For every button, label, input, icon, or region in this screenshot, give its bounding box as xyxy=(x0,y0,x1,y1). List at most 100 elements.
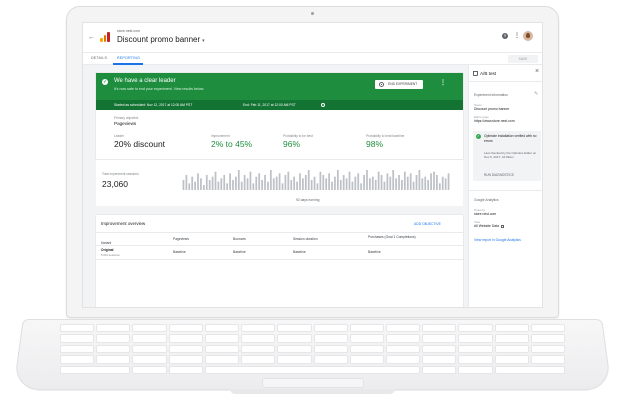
best-probability-value: 96% xyxy=(283,139,301,149)
sparkline-bar xyxy=(214,171,217,190)
panel-title: A/B test xyxy=(480,71,497,76)
cell-session-duration: Baseline xyxy=(293,250,306,254)
experiment-name: Discount promo banner xyxy=(117,35,201,44)
sparkline-bar xyxy=(182,180,185,190)
keyboard-key xyxy=(530,324,565,333)
sparkline-bar xyxy=(360,183,363,190)
sparkline-bar xyxy=(223,175,226,190)
breadcrumb[interactable]: store.nest.com xyxy=(117,29,140,33)
sparkline-bar xyxy=(351,181,354,190)
sparkline-bar xyxy=(430,173,432,190)
variant-sessions: 5,610 sessions xyxy=(101,253,120,257)
page-title[interactable]: Discount promo banner ▾ xyxy=(117,35,205,44)
keyboard-key xyxy=(494,344,529,354)
sparkline-bar xyxy=(354,176,357,190)
sparkline-bar xyxy=(188,183,191,190)
keyboard-key xyxy=(458,324,493,333)
tab-reporting[interactable]: REPORTING xyxy=(117,56,140,60)
sparkline-bar xyxy=(296,181,298,190)
sparkline-bar xyxy=(406,176,409,190)
sessions-label: Total experiment sessions xyxy=(102,172,139,176)
avatar[interactable] xyxy=(523,31,533,41)
sparkline-bar xyxy=(232,180,234,190)
beat-baseline-value: 98% xyxy=(366,139,384,149)
sparkline-bar xyxy=(319,171,322,190)
sparkline-bar xyxy=(278,173,281,190)
keyboard-key xyxy=(494,324,529,333)
sparkline-bar xyxy=(217,181,220,190)
sparkline-bar xyxy=(194,181,196,190)
days-running: 92 days running xyxy=(296,198,320,202)
tab-details[interactable]: DETAILS xyxy=(91,56,107,60)
save-button[interactable]: SAVE xyxy=(508,55,538,63)
sparkline-bar xyxy=(191,176,194,190)
sparkline-bar xyxy=(418,170,421,190)
sparkline-bar xyxy=(371,176,374,190)
keyboard-key xyxy=(530,355,565,364)
verification-detail: Last checked by the Optimize Editor on N… xyxy=(484,151,537,160)
keyboard-key xyxy=(204,365,421,374)
keyboard-key xyxy=(60,355,95,364)
close-icon[interactable]: × xyxy=(535,68,539,75)
overview-header-row: Variant ↓ Pageviews Bounces Session dura… xyxy=(96,232,463,246)
leader-label: Leader xyxy=(114,134,124,138)
keyboard-key xyxy=(422,365,457,374)
clock-icon[interactable] xyxy=(321,103,325,107)
keyboard-key xyxy=(494,355,529,364)
sessions-value: 23,060 xyxy=(102,179,128,189)
sparkline-bar xyxy=(235,176,237,190)
trackpad xyxy=(262,378,364,388)
ga-report-link[interactable]: View report in Google Analytics xyxy=(474,238,521,242)
keyboard-key xyxy=(458,344,493,354)
table-row[interactable]: Original 5,610 sessions Baseline Baselin… xyxy=(96,246,463,260)
sparkline-bar xyxy=(205,175,208,190)
keyboard xyxy=(60,324,565,374)
keyboard-key xyxy=(132,324,167,333)
cell-pageviews: Baseline xyxy=(173,250,186,254)
sparkline-bar xyxy=(336,170,339,190)
schedule-bar: Started as scheduled: Nov 12, 2017 at 12… xyxy=(96,100,463,110)
sparkline-bar xyxy=(197,173,199,190)
objective-value[interactable]: Pageviews xyxy=(114,121,136,126)
run-diagnostics-button[interactable]: RUN DIAGNOSTICS xyxy=(484,173,514,177)
col-bounces: Bounces xyxy=(233,237,246,241)
divider xyxy=(469,81,542,82)
more-vert-icon[interactable]: ⋮ xyxy=(440,79,446,86)
end-experiment-button[interactable]: END EXPERIMENT xyxy=(375,80,423,89)
edit-icon[interactable]: ✎ xyxy=(534,91,538,97)
keyboard-key xyxy=(313,355,348,364)
keyboard-key xyxy=(277,344,312,354)
banner-title: We have a clear leader xyxy=(114,78,176,84)
keyboard-key xyxy=(168,324,203,333)
add-objective-button[interactable]: ADD OBJECTIVE xyxy=(414,222,441,226)
keyboard-key xyxy=(422,334,457,343)
sparkline-bar xyxy=(211,176,214,190)
help-icon[interactable]: ? xyxy=(502,33,508,39)
sparkline-bar xyxy=(220,178,223,190)
objective-label: Primary objective xyxy=(114,116,139,120)
sparkline-bar xyxy=(357,173,360,190)
keyboard-key xyxy=(385,334,421,343)
keyboard-key xyxy=(168,344,203,354)
verification-title: Optimize installation verified with no e… xyxy=(484,134,537,143)
sparkline-bar xyxy=(304,175,307,190)
keyboard-key xyxy=(241,334,276,343)
banner-subtitle: It's now safe to end your experiment. Vi… xyxy=(114,87,205,91)
overview-card: Improvement overview ADD OBJECTIVE Varia… xyxy=(96,215,463,307)
keyboard-key xyxy=(349,324,384,333)
sort-arrow-icon: ↓ xyxy=(101,241,103,245)
arrow-left-icon[interactable]: ← xyxy=(88,34,95,41)
app-header: ← store.nest.com Discount promo banner ▾ … xyxy=(83,23,542,53)
keyboard-key xyxy=(60,365,131,374)
keyboard-key xyxy=(494,365,565,374)
sparkline-bar xyxy=(252,183,255,190)
more-vert-icon[interactable]: ⋮ xyxy=(514,32,520,39)
experiment-info-heading: Experiment information xyxy=(474,93,508,97)
report-main: ✓ We have a clear leader It's now safe t… xyxy=(83,65,468,307)
check-circle-icon: ✓ xyxy=(476,134,481,139)
keyboard-key xyxy=(494,334,529,343)
view-value[interactable]: All Website Data xyxy=(474,224,505,228)
col-session-duration: Session duration xyxy=(293,237,318,241)
keyboard-key xyxy=(422,324,457,333)
sparkline-bar xyxy=(441,176,444,190)
